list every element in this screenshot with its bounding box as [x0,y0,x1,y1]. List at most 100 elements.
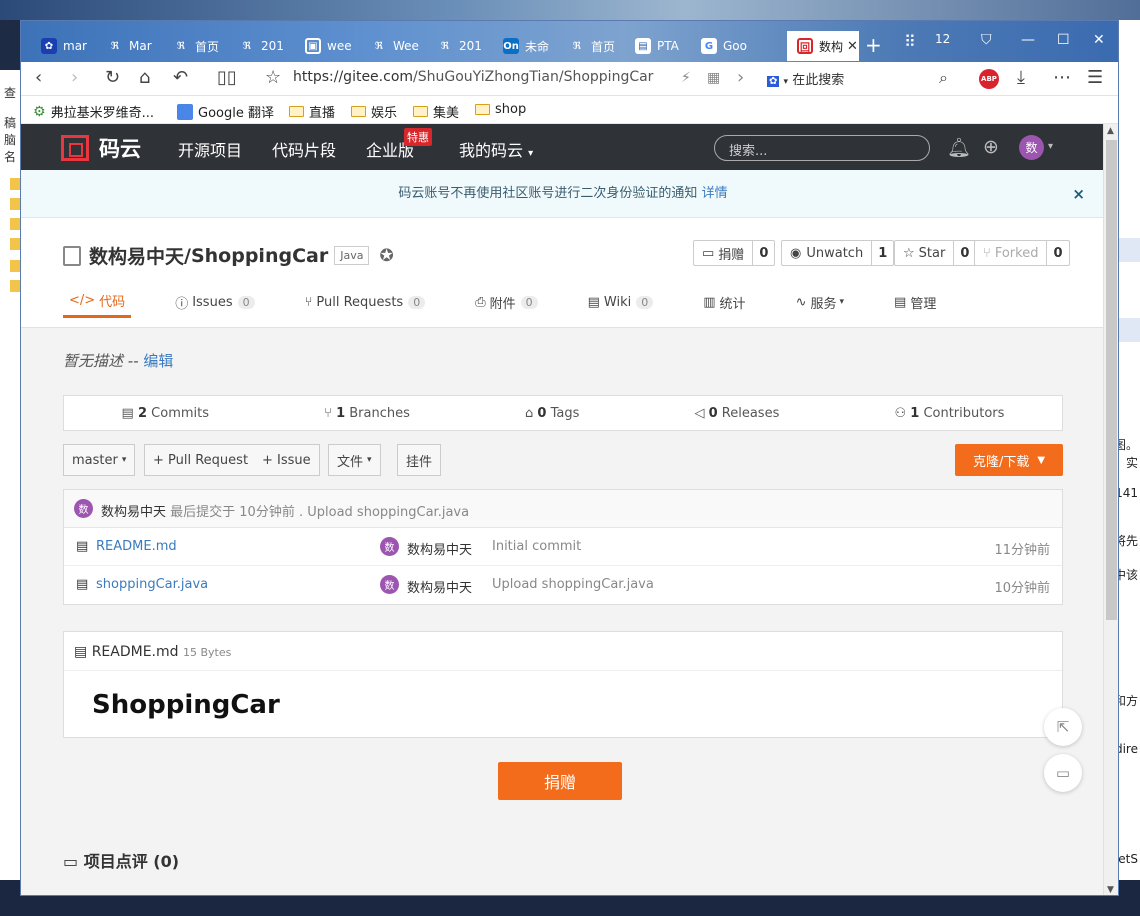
menu-icon[interactable]: ☰ [1087,68,1103,88]
browser-tab[interactable]: ▤ PTA [625,31,691,61]
stat-contributors[interactable]: ⚇ 1 Contributors [894,406,1004,421]
forked-button[interactable]: ⑂ Forked [974,240,1048,266]
readme-filename[interactable]: README.md [92,644,179,660]
share-button[interactable]: ⇱ [1044,708,1082,746]
tab-code[interactable]: </> 代码 [63,286,132,318]
scroll-down-icon[interactable]: ▼ [1107,885,1114,895]
donate-count[interactable]: 0 [753,240,776,266]
browser-tab[interactable]: ℜ 201 [229,31,295,61]
scroll-up-icon[interactable]: ▲ [1107,126,1114,136]
notice-link[interactable]: 详情 [702,186,728,201]
watch-count[interactable]: 1 [872,240,895,266]
bookmark-folder[interactable]: 集美 [413,102,459,121]
bookmark-folder[interactable]: shop [475,102,526,117]
donate-big-button[interactable]: 捐赠 [498,762,622,800]
search-box[interactable]: ✿ ▾ 在此搜索 [767,69,844,88]
site-logo[interactable]: 码云 [61,133,141,163]
repo-owner[interactable]: 数构易中天 [89,242,184,269]
commit-author[interactable]: 数构易中天 [101,505,166,520]
file-author[interactable]: 数构易中天 [407,539,472,558]
user-avatar[interactable]: 数 [1019,135,1044,160]
undo-close-icon[interactable]: ↶ [173,68,188,88]
tab-services[interactable]: ∿ 服务 ▾ [790,286,850,318]
browser-tab[interactable]: ℜ 201 [427,31,493,61]
more-icon[interactable]: ⋯ [1053,68,1071,88]
nav-snippets[interactable]: 代码片段 [272,137,336,161]
bookmark-folder[interactable]: 直播 [289,102,335,121]
new-pull-request-button[interactable]: + Pull Request [144,444,258,476]
star-icon[interactable]: ☆ [265,68,281,88]
feedback-button[interactable]: ▭ [1044,754,1082,792]
new-tab-icon[interactable]: + [865,33,882,57]
commit-message[interactable]: Upload shoppingCar.java [307,505,469,520]
browser-tab[interactable]: ▣ wee [295,31,361,61]
reading-icon[interactable]: ▯▯ [217,68,237,88]
donate-button[interactable]: ▭ 捐赠 [693,240,754,266]
bookmark-item[interactable]: Google 翻译 [177,102,274,121]
browser-tab[interactable]: On 未命 [493,31,559,61]
close-tab-icon[interactable]: ✕ [847,39,858,54]
tab-stats[interactable]: ▥ 统计 [697,286,751,318]
repo-name[interactable]: ShoppingCar [191,245,328,267]
chevron-right-icon[interactable]: › [737,68,744,88]
file-author[interactable]: 数构易中天 [407,577,472,596]
star-button[interactable]: ☆ Star [894,240,955,266]
reload-icon[interactable]: ↻ [105,68,120,88]
site-search-input[interactable]: 搜索... [714,135,930,161]
home-icon[interactable]: ⌂ [139,68,150,88]
browser-tab[interactable]: ℜ 首页 [163,31,229,61]
lightning-icon[interactable]: ⚡ [681,68,691,88]
stat-commits[interactable]: ▤ 2 Commits [122,406,209,421]
page-scrollbar[interactable]: ▲ ▼ [1103,124,1118,895]
forward-icon[interactable]: › [71,68,78,88]
stat-tags[interactable]: ⌂ 0 Tags [525,406,579,421]
branch-select[interactable]: master ▾ [63,444,136,476]
maximize-icon[interactable]: ☐ [1057,32,1070,48]
edit-description-link[interactable]: 编辑 [143,352,173,370]
tab-count-badge[interactable]: 12 [935,32,950,46]
widget-button[interactable]: 挂件 [397,444,442,476]
nav-open-source[interactable]: 开源项目 [178,137,242,161]
tab-issues[interactable]: ⓘ Issues 0 [169,286,260,318]
address-bar[interactable]: https://gitee.com/ShuGouYiZhongTian/Shop… [293,69,653,85]
tab-manage[interactable]: ▤ 管理 [888,286,942,318]
fork-count[interactable]: 0 [1047,240,1070,266]
scrollbar-thumb[interactable] [1106,140,1117,620]
close-notice-icon[interactable]: × [1072,170,1085,218]
tab-pull-requests[interactable]: ⑂ Pull Requests 0 [299,286,432,318]
browser-tab-active[interactable]: 回数构 ✕ [787,31,859,61]
back-icon[interactable]: ‹ [35,68,42,88]
browser-tab[interactable]: ✿ mar [31,31,97,61]
browser-tab[interactable]: G Goo [691,31,757,61]
unwatch-button[interactable]: ◉ Unwatch [781,240,873,266]
bookmark-item[interactable]: ⚙ 弗拉基米罗维奇... [33,102,154,122]
award-icon[interactable]: ✪ [379,246,393,266]
stat-branches[interactable]: ⑂ 1 Branches [324,406,410,421]
browser-tab[interactable]: ℜ Mar [97,31,163,61]
stat-releases[interactable]: ◁ 0 Releases [694,406,779,421]
browser-tab[interactable]: ℜ 首页 [559,31,625,61]
adblock-icon[interactable]: ABP [979,69,999,89]
tab-wiki[interactable]: ▤ Wiki 0 [582,286,660,318]
file-commit-message[interactable]: Initial commit [492,539,581,554]
qr-code-icon[interactable]: ▦ [707,68,720,88]
browser-tab[interactable]: ℜ Wee [361,31,427,61]
bell-icon[interactable]: 🔔︎ [947,136,971,159]
avatar[interactable]: 数 [380,537,399,556]
file-name[interactable]: shoppingCar.java [96,577,208,592]
clone-download-button[interactable]: 克隆/下载 ▼ [955,444,1063,476]
search-icon[interactable]: ⌕ [939,68,948,88]
plus-circle-icon[interactable]: ⊕ [983,136,999,158]
file-menu-button[interactable]: 文件 ▾ [328,444,381,476]
avatar[interactable]: 数 [380,575,399,594]
file-name[interactable]: README.md [96,539,177,554]
nav-my-mayun[interactable]: 我的码云 ▾ [459,137,533,161]
bookmark-folder[interactable]: 娱乐 [351,102,397,121]
file-commit-message[interactable]: Upload shoppingCar.java [492,577,654,592]
new-issue-button[interactable]: + Issue [254,444,320,476]
shirt-icon[interactable]: ⛉ [981,32,992,48]
tab-attachments[interactable]: ⎙ 附件 0 [469,286,543,318]
dots-icon[interactable]: ⠿ [904,32,916,51]
chevron-down-icon[interactable]: ▾ [1048,141,1053,152]
close-window-icon[interactable]: ✕ [1093,32,1105,48]
